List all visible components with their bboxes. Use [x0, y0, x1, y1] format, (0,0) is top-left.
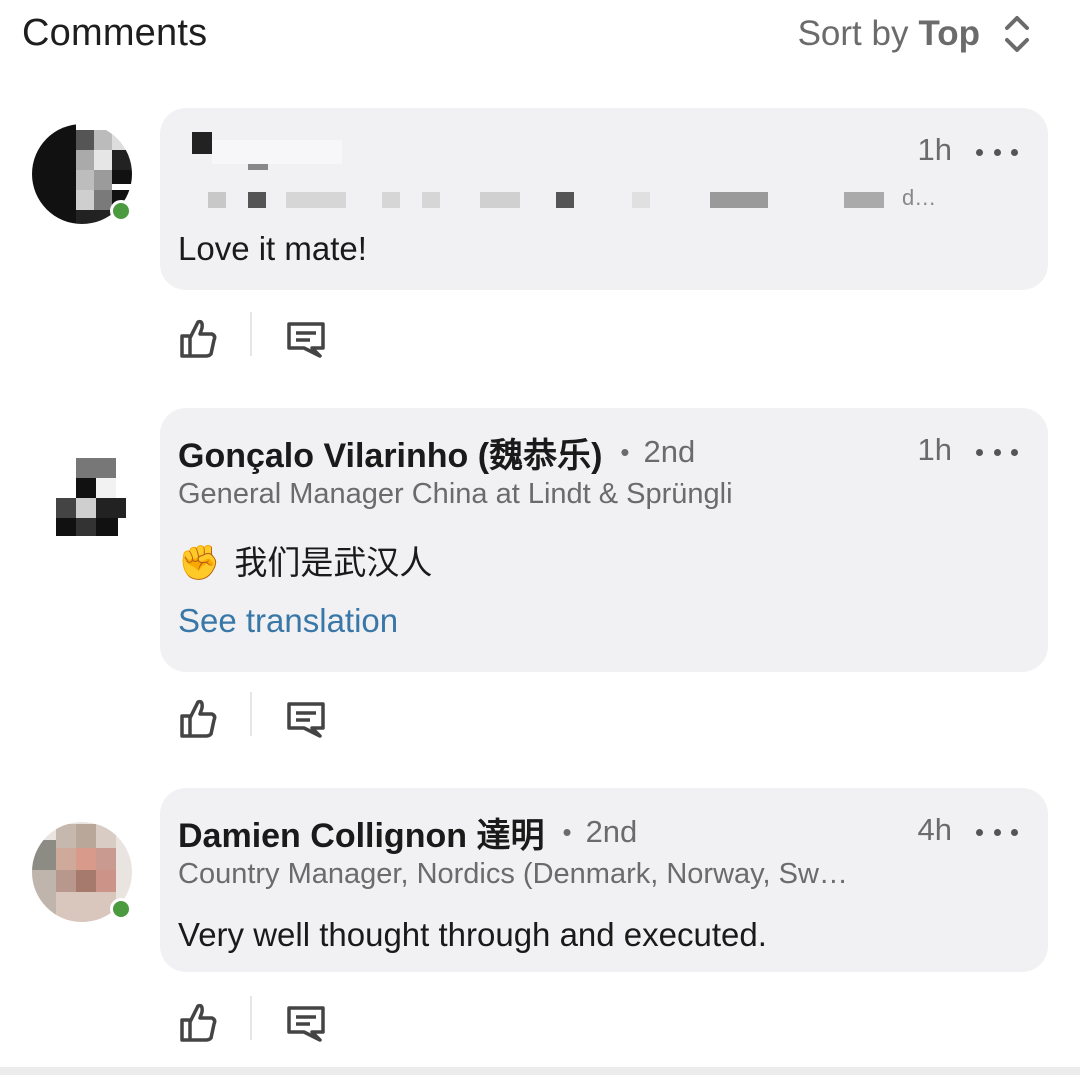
comment-text: 我们是武汉人: [234, 544, 433, 581]
action-divider: [250, 692, 252, 736]
blurred-avatar-image: [56, 458, 126, 536]
raised-fist-emoji: ✊: [178, 544, 221, 582]
reply-icon[interactable]: [286, 1004, 326, 1044]
more-options-button[interactable]: [976, 814, 1018, 850]
more-icon: [976, 448, 983, 456]
comment-actions: [172, 308, 372, 368]
comment-time: 1h: [917, 132, 952, 167]
sort-value: Top: [918, 14, 980, 53]
reply-icon[interactable]: [286, 320, 326, 360]
connection-degree: 2nd: [585, 814, 638, 849]
comment-bubble: Damien Collignon 達明 • 2nd 4h Country Man…: [160, 788, 1048, 972]
redacted-author-name: [192, 130, 372, 180]
more-options-button[interactable]: [976, 434, 1018, 470]
more-icon: [976, 148, 983, 156]
sort-control[interactable]: Sort by Top: [798, 12, 1034, 56]
bottom-divider: [0, 1067, 1080, 1075]
avatar[interactable]: [32, 122, 136, 226]
comment-bubble: Gonçalo Vilarinho (魏恭乐) • 2nd 1h General…: [160, 408, 1048, 672]
more-icon: [976, 828, 983, 836]
comment-author-row: Damien Collignon 達明 • 2nd: [178, 808, 638, 857]
comment-time: 4h: [917, 812, 952, 847]
comment-item: Gonçalo Vilarinho (魏恭乐) • 2nd 1h General…: [0, 404, 1080, 764]
comment-item: Damien Collignon 達明 • 2nd 4h Country Man…: [0, 784, 1080, 1064]
online-status-indicator: [110, 200, 132, 222]
author-headline: General Manager China at Lindt & Sprüngl…: [178, 478, 733, 510]
thumbs-up-icon[interactable]: [178, 1000, 218, 1044]
comments-page: Comments Sort by Top d… 1h Love it mate!…: [0, 0, 1080, 1075]
comment-time: 1h: [917, 432, 952, 467]
avatar[interactable]: [32, 454, 136, 558]
comment-text: Love it mate!: [178, 230, 367, 267]
comment-text: Very well thought through and executed.: [178, 916, 767, 953]
thumbs-up-icon[interactable]: [178, 316, 218, 360]
thumbs-up-icon[interactable]: [178, 696, 218, 740]
comment-item: d… 1h Love it mate!: [0, 100, 1080, 380]
comments-header: Comments Sort by Top: [0, 0, 1080, 70]
comment-bubble: d… 1h Love it mate!: [160, 108, 1048, 290]
separator-dot: •: [562, 816, 572, 847]
comment-author-name[interactable]: Damien Collignon 達明: [178, 808, 544, 857]
online-status-indicator: [110, 898, 132, 920]
comment-author-name[interactable]: Gonçalo Vilarinho (魏恭乐): [178, 428, 602, 477]
sort-updown-icon[interactable]: [1002, 12, 1034, 56]
more-options-button[interactable]: [976, 134, 1018, 170]
separator-dot: •: [620, 436, 630, 467]
comment-actions: [172, 688, 372, 748]
see-translation-link[interactable]: See translation: [178, 602, 398, 640]
avatar[interactable]: [32, 820, 136, 924]
connection-degree: 2nd: [643, 434, 696, 469]
comment-text-row: ✊ 我们是武汉人: [178, 536, 432, 584]
author-headline: Country Manager, Nordics (Denmark, Norwa…: [178, 858, 848, 890]
sort-label: Sort by: [797, 14, 909, 53]
comment-author-row: Gonçalo Vilarinho (魏恭乐) • 2nd: [178, 428, 696, 477]
action-divider: [250, 312, 252, 356]
comments-title: Comments: [22, 12, 208, 54]
comment-actions: [172, 992, 372, 1052]
redacted-headline: d…: [208, 187, 948, 212]
action-divider: [250, 996, 252, 1040]
reply-icon[interactable]: [286, 700, 326, 740]
